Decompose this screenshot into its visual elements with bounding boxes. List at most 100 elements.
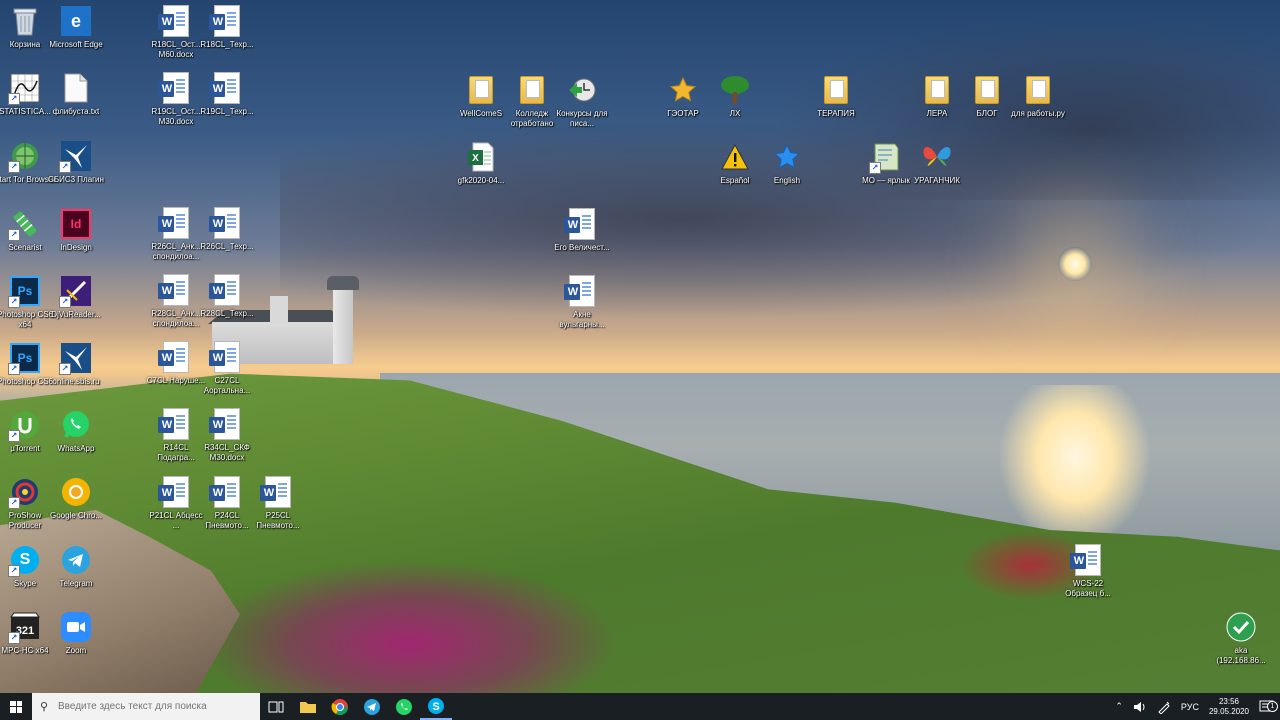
desktop-icon-label: Telegram xyxy=(59,579,93,588)
zoom-icon xyxy=(60,611,92,643)
desktop-icon-word-document[interactable]: Акне вульгарны... xyxy=(551,275,613,330)
word-document-icon xyxy=(158,207,192,239)
proshow-icon: ↗ xyxy=(8,476,41,509)
checkmark-icon xyxy=(1225,611,1257,643)
telegram-icon xyxy=(364,698,380,715)
show-hidden-icons-button[interactable]: ⌃ xyxy=(1110,701,1128,712)
text-file-icon xyxy=(60,72,92,104)
word-document-icon xyxy=(209,274,243,306)
excel-file-icon: X xyxy=(465,141,497,173)
desktop-icon-sbis-plugin[interactable]: ↗ СБИС3 Плагин xyxy=(45,140,107,185)
star-icon xyxy=(771,141,803,173)
taskbar-file-explorer[interactable] xyxy=(292,693,324,720)
desktop-icon-google-chrome[interactable]: Google Chro... xyxy=(45,476,107,521)
desktop-icon-label: ТЕРАПИЯ xyxy=(817,109,855,118)
taskbar-skype[interactable]: S xyxy=(420,693,452,720)
wallpaper-lighthouse-top xyxy=(327,276,359,290)
photoshop-icon: Ps ↗ xyxy=(8,275,41,308)
desktop-icon-whatsapp[interactable]: WhatsApp xyxy=(45,409,107,454)
desktop-icon-english[interactable]: English xyxy=(756,141,818,186)
desktop-icon-word-document[interactable]: WCS-22 Образец б... xyxy=(1057,544,1119,599)
wallpaper-sun xyxy=(1058,247,1092,281)
desktop-icon-label: Конкурсы для писа... xyxy=(556,109,608,128)
desktop-icon-online-sbis[interactable]: ↗ online.sbis.ru xyxy=(45,342,107,387)
word-document-icon xyxy=(158,72,192,104)
taskbar-whatsapp[interactable] xyxy=(388,693,420,720)
word-document-icon xyxy=(209,408,243,440)
desktop-icon-label: для работы.ру xyxy=(1011,109,1065,118)
desktop-icon-word-document[interactable]: R34CL_СКФ M30.docx xyxy=(196,408,258,463)
desktop-icon-label: Акне вульгарны... xyxy=(559,310,605,329)
task-view-button[interactable] xyxy=(260,693,292,720)
scenarist-icon: ↗ xyxy=(8,208,41,241)
taskbar-telegram[interactable] xyxy=(356,693,388,720)
folder-icon xyxy=(820,74,852,106)
desktop-icon-word-document[interactable]: R19CL_Техр... xyxy=(196,72,258,117)
desktop-icon-folder[interactable]: для работы.ру xyxy=(1007,74,1069,119)
desktop-icon-word-document[interactable]: R28CL_Техр... xyxy=(196,274,258,319)
word-document-icon xyxy=(158,274,192,306)
taskbar-clock[interactable]: 23:56 29.05.2020 xyxy=(1204,697,1254,717)
desktop-icon-indesign[interactable]: Id InDesign xyxy=(45,208,107,253)
wallpaper-lighthouse-tower xyxy=(333,288,353,364)
volume-button[interactable] xyxy=(1128,701,1152,713)
wallpaper-flowers xyxy=(200,560,620,700)
djvu-icon: ↗ xyxy=(59,275,92,308)
folder-icon xyxy=(516,74,548,106)
skype-icon: S xyxy=(428,697,444,714)
speaker-icon xyxy=(1133,701,1145,712)
word-document-icon xyxy=(564,208,598,240)
desktop-icon-uraganchik[interactable]: УРАГАНЧИК xyxy=(906,141,968,186)
desktop-icon-label: P25CL Пневмото... xyxy=(256,511,300,530)
desktop-icon-word-document[interactable]: R18CL_Техр... xyxy=(196,5,258,50)
desktop-icon-network-share[interactable]: aka (192.168.86... xyxy=(1210,611,1272,666)
word-document-icon xyxy=(158,5,192,37)
word-document-icon xyxy=(158,341,192,373)
tor-browser-icon: ↗ xyxy=(8,140,41,173)
system-tray: ⌃ РУС 23:56 29.05.2020 1 xyxy=(1110,693,1280,720)
desktop-icon-label: WCS-22 Образец б... xyxy=(1065,579,1111,598)
folder-icon xyxy=(300,701,316,713)
desktop-icon-excel-file[interactable]: X gfk2020-04... xyxy=(450,141,512,186)
desktop-icon-konkursy[interactable]: Конкурсы для писа... xyxy=(551,74,613,129)
desktop-icon-label: R19CL_Техр... xyxy=(200,107,254,116)
word-document-icon xyxy=(209,207,243,239)
search-input[interactable] xyxy=(56,700,256,713)
desktop-icon-lh[interactable]: ЛХ xyxy=(704,74,766,119)
action-center-button[interactable]: 1 xyxy=(1254,700,1280,714)
desktop-icon-zoom[interactable]: Zoom xyxy=(45,611,107,656)
word-document-icon xyxy=(209,72,243,104)
svg-text:S: S xyxy=(432,701,439,713)
word-document-icon xyxy=(209,341,243,373)
desktop-icon-djvureader[interactable]: ↗ DjVuReader... xyxy=(45,275,107,320)
taskbar-chrome[interactable] xyxy=(324,693,356,720)
desktop-icon-label: R26CL_Техр... xyxy=(200,242,254,251)
desktop-icon-label: R28CL_Техр... xyxy=(200,309,254,318)
language-indicator[interactable]: РУС xyxy=(1176,702,1204,712)
recycle-bin-icon xyxy=(9,5,41,37)
start-button[interactable] xyxy=(0,693,32,720)
word-document-icon xyxy=(209,476,243,508)
desktop-icon-flibusta-txt[interactable]: флибуста.txt xyxy=(45,72,107,117)
desktop-icon-label: Google Chro... xyxy=(49,511,103,520)
word-document-icon xyxy=(260,476,294,508)
word-document-icon xyxy=(158,408,192,440)
desktop-icon-word-document[interactable]: Его Величест... xyxy=(551,208,613,253)
chevron-up-icon: ⌃ xyxy=(1115,701,1123,711)
desktop-icon-edge[interactable]: e Microsoft Edge xyxy=(45,5,107,50)
desktop-icon-word-document[interactable]: P25CL Пневмото... xyxy=(247,476,309,531)
pen-workspace-button[interactable] xyxy=(1152,700,1176,714)
desktop-icon-label: R34CL_СКФ M30.docx xyxy=(204,443,250,462)
mpc-hc-icon: 321 ↗ xyxy=(8,611,41,644)
wallpaper-sun-reflection xyxy=(1000,385,1150,545)
desktop-icon-label: УРАГАНЧИК xyxy=(914,176,960,185)
desktop-icon-label: online.sbis.ru xyxy=(52,377,100,386)
indesign-icon: Id xyxy=(60,208,92,240)
task-view-icon xyxy=(268,701,284,712)
desktop-icon-telegram[interactable]: Telegram xyxy=(45,544,107,589)
taskbar-search-box[interactable]: ⚲ xyxy=(32,693,260,720)
chrome-icon xyxy=(331,698,349,715)
desktop-icon-folder[interactable]: ТЕРАПИЯ xyxy=(805,74,867,119)
desktop-icon-word-document[interactable]: C27CL Аортальна... xyxy=(196,341,258,396)
desktop-icon-word-document[interactable]: R26CL_Техр... xyxy=(196,207,258,252)
